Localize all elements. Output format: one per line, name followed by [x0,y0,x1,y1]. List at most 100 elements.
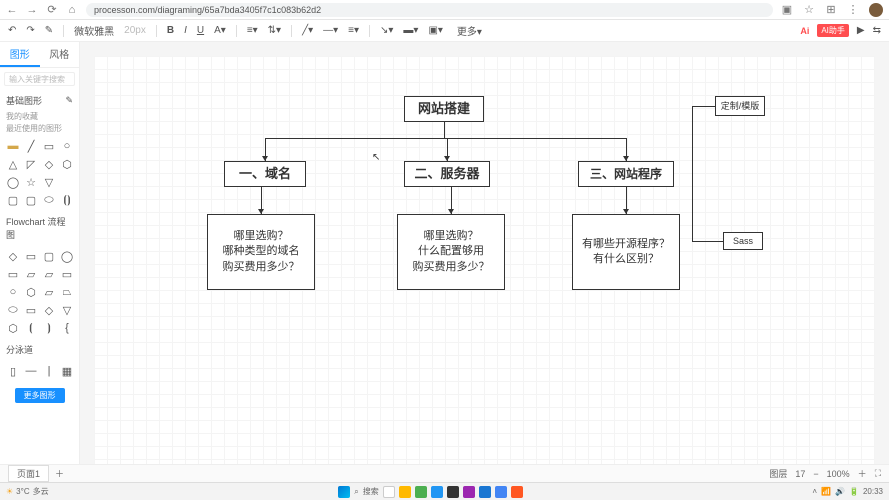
connector-button[interactable]: ↘▾ [380,25,393,36]
underline-button[interactable]: U [197,25,204,36]
home-button[interactable]: ⌂ [66,4,78,16]
bookmark-icon[interactable]: ☆ [803,4,815,16]
node-program[interactable]: 三、网站程序 [578,161,674,187]
section-flowchart[interactable]: Flowchart 流程图 [0,211,79,245]
system-tray[interactable]: ˄ 📶 🔊 🔋 20:33 [812,487,883,496]
lane-v[interactable]: ▯ [6,364,20,378]
profile-avatar[interactable] [869,3,883,17]
task-app1[interactable] [415,486,427,498]
shape-search[interactable]: 输入关键字搜索 [4,72,75,86]
settings-icon[interactable]: ⇆ [873,25,881,36]
start-button[interactable] [338,486,350,498]
task-app6[interactable] [511,486,523,498]
stroke-button[interactable]: ╱▾ [302,25,313,36]
task-view[interactable] [383,486,395,498]
fc-brace3[interactable]: { [60,321,74,335]
reload-button[interactable]: ⟳ [46,4,58,16]
bold-button[interactable]: B [167,25,174,36]
fc-doc[interactable]: ▱ [24,267,38,281]
forward-button[interactable]: → [26,4,38,16]
font-family-select[interactable]: 微软雅黑 [74,23,114,38]
fc-disp[interactable]: ▭ [24,303,38,317]
arrow-style-button[interactable]: ≡▾ [348,25,359,36]
task-app2[interactable] [431,486,443,498]
tray-wifi-icon[interactable]: 📶 [821,487,831,496]
extensions-icon[interactable]: ⊞ [825,4,837,16]
back-button[interactable]: ← [6,4,18,16]
lane-sep[interactable]: — [24,364,38,378]
fc-data[interactable]: ▱ [42,267,56,281]
fc-brace1[interactable]: ⦗ [24,321,38,335]
ai-assistant-badge[interactable]: AI助手 [817,24,849,37]
task-explorer[interactable] [399,486,411,498]
shape-more[interactable] [60,175,74,189]
task-chrome[interactable] [495,486,507,498]
shape-ellipse[interactable]: ◯ [6,175,20,189]
font-size-select[interactable]: 20px [124,25,146,36]
add-page-button[interactable]: ＋ [55,467,64,480]
fc-db[interactable]: ⬭ [6,303,20,317]
line-height-button[interactable]: ⇅▾ [268,25,281,36]
redo-button[interactable]: ↷ [26,25,34,36]
weather-widget[interactable]: ☀ 3°C 多云 [6,486,49,497]
fc-process[interactable]: ▭ [6,267,20,281]
more-menu[interactable]: 更多▾ [457,23,482,38]
fc-diamond[interactable]: ◇ [6,249,20,263]
shape-cylinder[interactable]: ⬭ [42,193,56,207]
line-style-button[interactable]: —▾ [323,25,338,36]
fc-tri[interactable]: ▽ [60,303,74,317]
align-button[interactable]: ≡▾ [247,25,258,36]
node-server-detail[interactable]: 哪里选购？ 什么配置够用 购买费用多少？ [397,214,505,290]
lane-h[interactable]: | [42,364,56,378]
tab-style[interactable]: 风格 [40,42,80,67]
recent-shapes[interactable]: 最近使用的图形 [0,123,79,135]
zoom-in-button[interactable]: ＋ [858,467,867,480]
fc-round[interactable]: ▢ [42,249,56,263]
tab-graphics[interactable]: 图形 [0,42,40,67]
task-app4[interactable] [463,486,475,498]
shape-diamond[interactable]: ◇ [42,157,56,171]
clock-time[interactable]: 20:33 [863,487,883,496]
present-button[interactable]: ▶ [857,25,865,36]
fc-brace2[interactable]: ⦘ [42,321,56,335]
install-app-icon[interactable]: ▣ [781,4,793,16]
fill-button[interactable]: ▬▾ [403,25,418,36]
lane-grid[interactable]: ▦ [60,364,74,378]
fc-ellipse[interactable]: ◯ [60,249,74,263]
node-root[interactable]: 网站搭建 [404,96,484,122]
section-basic[interactable]: 基础图形 ✎ [0,90,79,111]
node-program-detail[interactable]: 有哪些开源程序？ 有什么区别？ [572,214,680,290]
italic-button[interactable]: I [184,25,187,36]
shape-folder[interactable]: ▬ [6,139,20,153]
task-app5[interactable] [479,486,491,498]
undo-button[interactable]: ↶ [8,25,16,36]
font-color-button[interactable]: A▾ [214,25,226,36]
shape-star[interactable]: ☆ [24,175,38,189]
fc-trap[interactable]: ⏢ [60,285,74,299]
ai-label[interactable]: Ai [800,26,809,36]
format-painter-button[interactable]: ✎ [45,25,53,36]
tray-battery-icon[interactable]: 🔋 [849,487,859,496]
node-custom-template[interactable]: 定制/模版 [715,96,765,116]
tray-chevron-icon[interactable]: ˄ [812,487,817,496]
shape-line[interactable]: ╱ [24,139,38,153]
fc-loop[interactable]: ⬡ [6,321,20,335]
image-button[interactable]: ▣▾ [428,25,442,36]
zoom-level[interactable]: 100% [827,469,850,479]
shape-triangle[interactable]: △ [6,157,20,171]
page-tab-1[interactable]: 页面1 [8,465,49,482]
task-app3[interactable] [447,486,459,498]
shape-rect[interactable]: ▭ [42,139,56,153]
url-bar[interactable]: processon.com/diagraming/65a7bda3405f7c1… [86,3,773,17]
shape-circle[interactable]: ○ [60,139,74,153]
fullscreen-button[interactable]: ⛶ [875,468,881,479]
shape-rtriangle[interactable]: ◸ [24,157,38,171]
node-server[interactable]: 二、服务器 [404,161,490,187]
fc-merge[interactable]: ◇ [42,303,56,317]
shape-bracket[interactable]: ⦗⦘ [60,193,74,207]
node-sass[interactable]: Sass [723,232,763,250]
fc-para[interactable]: ▱ [42,285,56,299]
zoom-out-button[interactable]: − [813,469,818,479]
section-lane[interactable]: 分泳道 [0,339,79,360]
more-shapes-button[interactable]: 更多图形 [15,388,65,403]
